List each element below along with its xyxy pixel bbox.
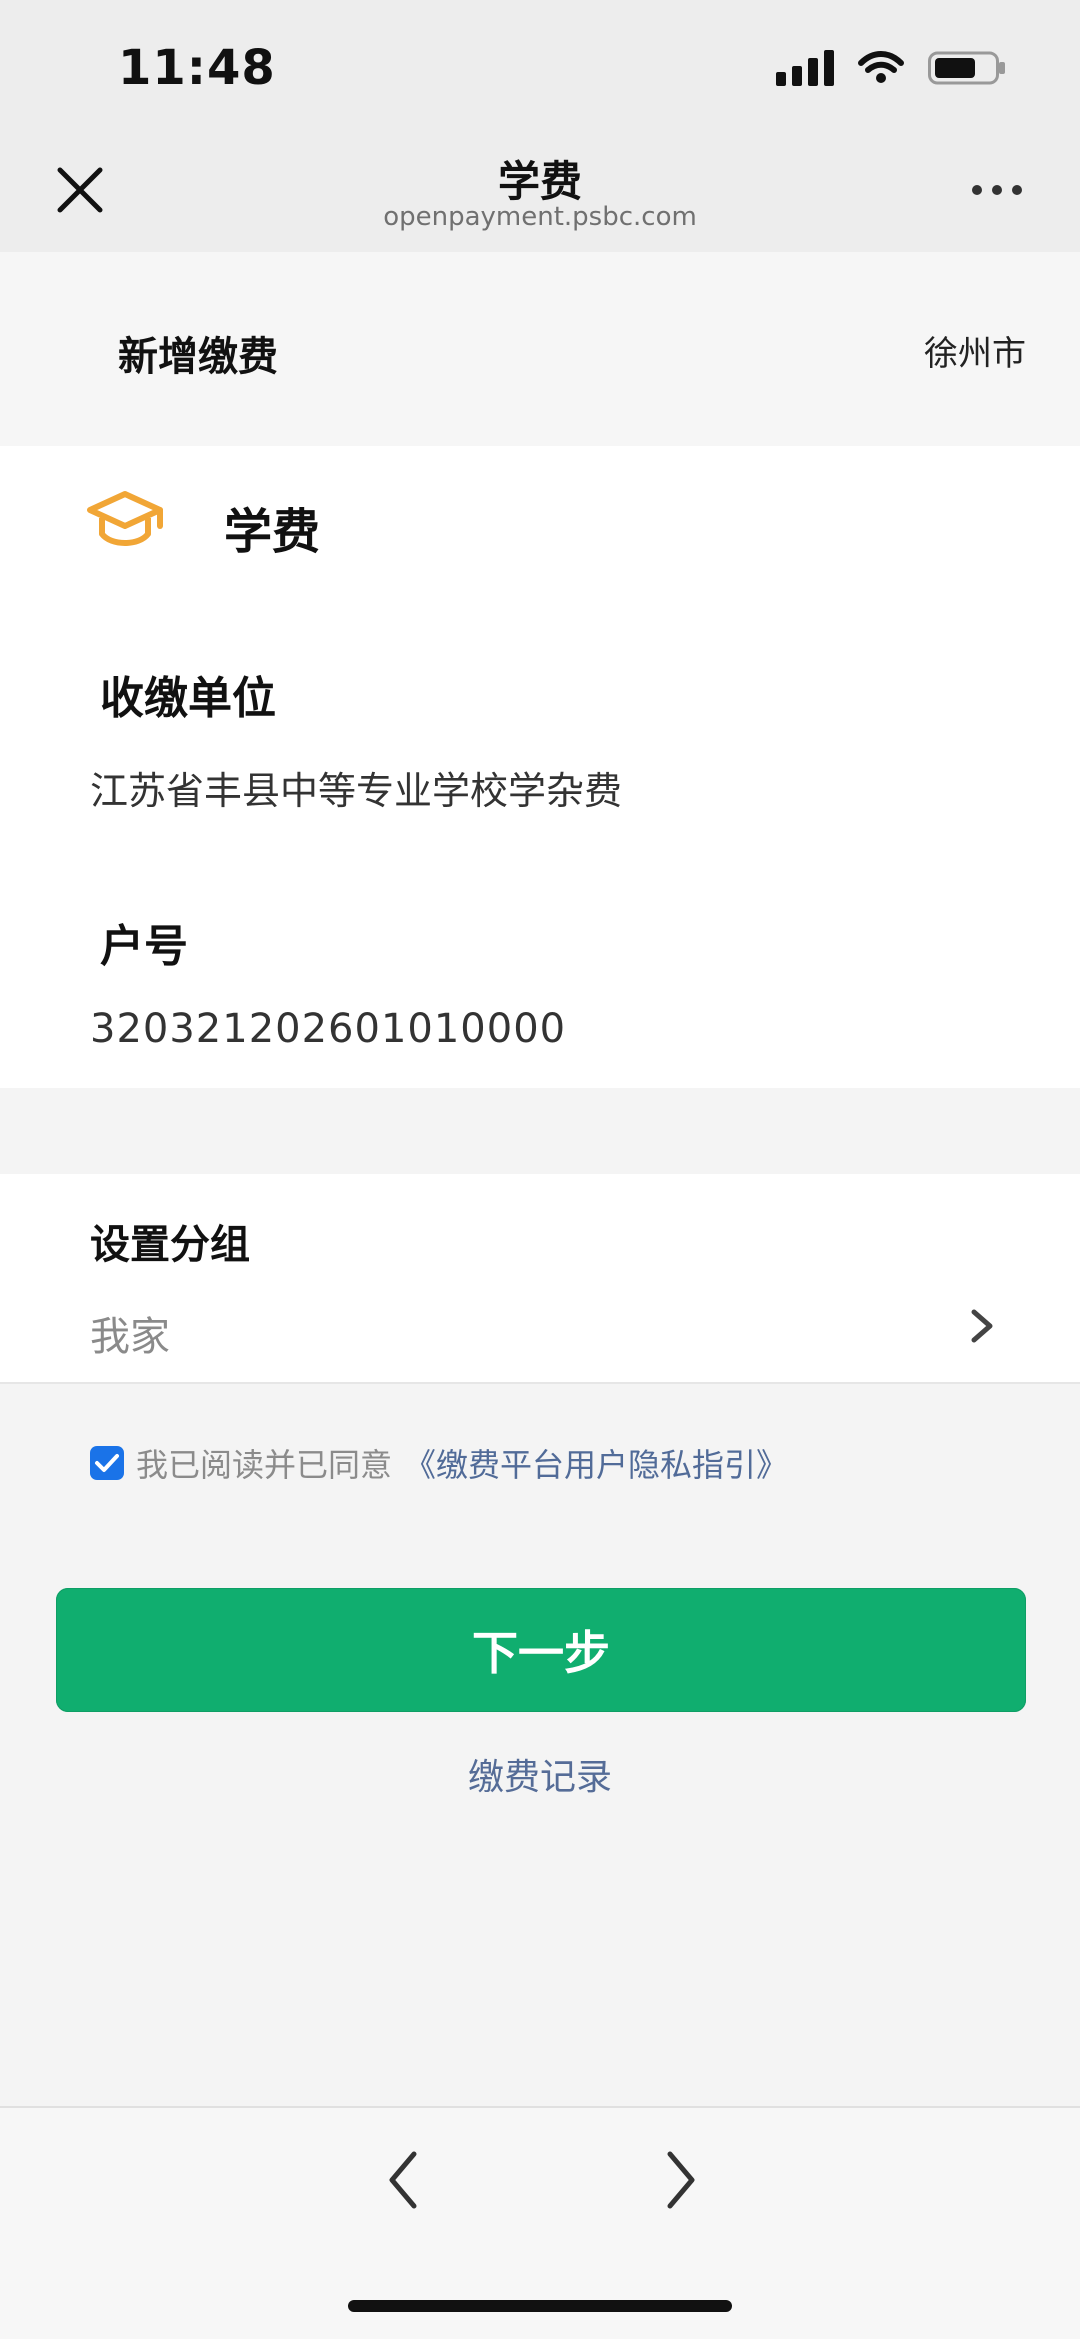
divider [0,1382,1080,1384]
privacy-guide-link[interactable]: 《缴费平台用户隐私指引》 [404,1440,788,1486]
payment-records-link[interactable]: 缴费记录 [0,1748,1080,1800]
group-label: 设置分组 [90,1222,250,1268]
wifi-icon [858,51,904,83]
status-icons [776,50,1008,86]
back-arrow-icon[interactable] [384,2148,424,2212]
agreement-text: 我已阅读并已同意 [136,1446,393,1484]
payment-type-label: 学费 [224,504,321,560]
chevron-right-icon[interactable] [968,1306,996,1346]
page-url: openpayment.psbc.com [383,202,697,232]
forward-arrow-icon[interactable] [660,2148,700,2212]
next-button[interactable]: 下一步 [56,1588,1026,1712]
graduation-cap-icon [87,491,163,546]
more-button[interactable] [972,178,1028,202]
payee-unit-value: 江苏省丰县中等专业学校学杂费 [90,769,623,813]
section-gap [0,1088,1080,1174]
group-value[interactable]: 我家 [90,1304,170,1362]
agreement-row: 我已阅读并已同意 《缴费平台用户隐私指引》 [90,1440,788,1486]
signal-icon [776,50,834,86]
agreement-checkbox[interactable] [90,1446,124,1480]
next-button-label: 下一步 [472,1626,610,1680]
city-selector[interactable]: 徐州市 [924,326,1026,375]
page-title: 学费 [497,157,582,206]
battery-icon [928,51,1005,85]
more-dot-icon [1012,185,1022,195]
account-value: 320321202601010000 [90,1006,567,1052]
payee-unit-label: 收缴单位 [100,673,276,724]
check-icon [95,1454,119,1472]
more-dot-icon [992,185,1002,195]
new-payment-title: 新增缴费 [118,334,278,380]
home-indicator [348,2300,732,2312]
status-time: 11:48 [118,40,276,96]
more-dot-icon [972,185,982,195]
account-label: 户号 [100,921,188,972]
